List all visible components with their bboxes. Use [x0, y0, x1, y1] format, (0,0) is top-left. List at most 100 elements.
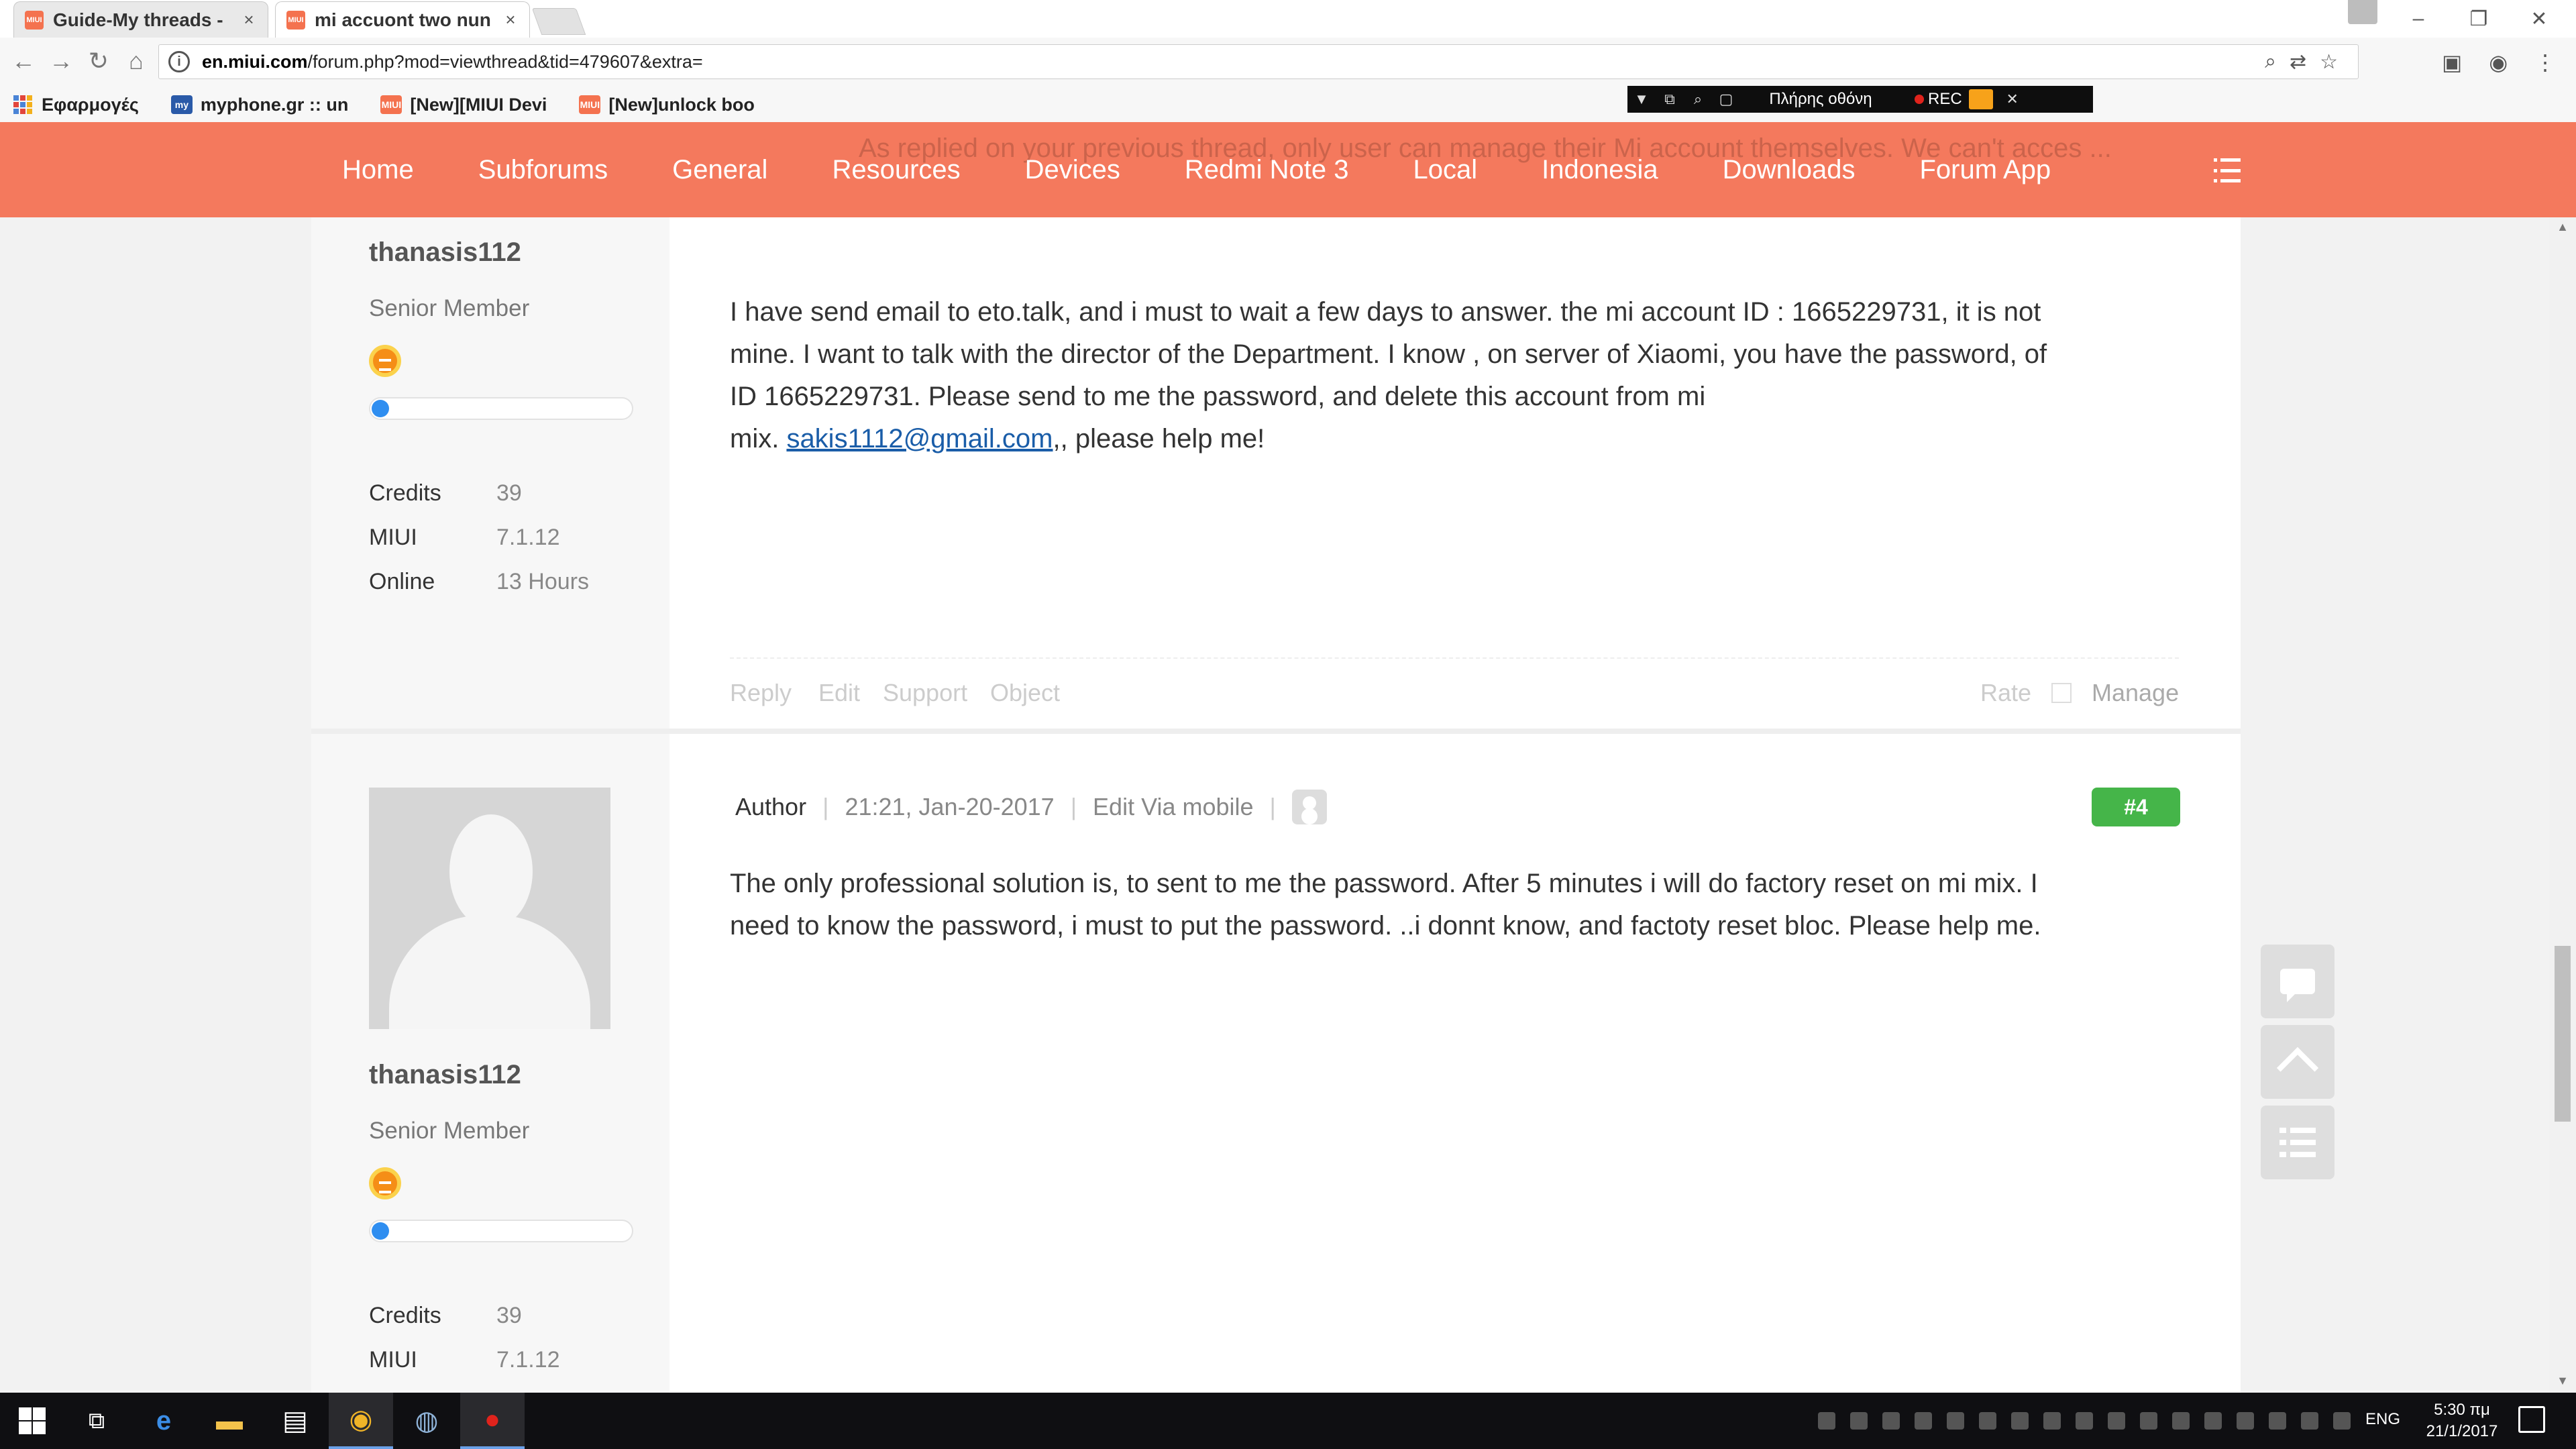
- restore-button[interactable]: ❐: [2449, 0, 2509, 38]
- reply-bubble-button[interactable]: [2261, 945, 2334, 1018]
- manage-link[interactable]: Manage: [2092, 679, 2179, 707]
- recorder-app-icon[interactable]: ●: [460, 1393, 525, 1449]
- page-scrollbar[interactable]: ▲ ▼: [2549, 217, 2576, 1393]
- edit-link[interactable]: Edit: [818, 679, 860, 707]
- tray-app-icon[interactable]: [1979, 1412, 1996, 1430]
- object-link[interactable]: Object: [990, 679, 1060, 707]
- nav-local[interactable]: Local: [1413, 155, 1477, 185]
- user-icon[interactable]: [1291, 790, 1327, 824]
- rate-link[interactable]: Rate: [1980, 679, 2031, 707]
- support-link[interactable]: Support: [883, 679, 967, 707]
- battery-icon[interactable]: [2269, 1412, 2286, 1430]
- floor-number-badge[interactable]: #4: [2092, 788, 2180, 826]
- scroll-top-button[interactable]: [2261, 1025, 2334, 1099]
- scrollbar-thumb[interactable]: [2555, 946, 2571, 1122]
- nav-general[interactable]: General: [672, 155, 767, 185]
- reply-link[interactable]: Reply: [730, 679, 792, 707]
- close-window-button[interactable]: ✕: [2509, 0, 2569, 38]
- forward-button[interactable]: →: [44, 44, 78, 78]
- start-button[interactable]: [0, 1393, 64, 1449]
- tray-app-icon[interactable]: [1850, 1412, 1868, 1430]
- edge-icon[interactable]: e: [131, 1393, 196, 1449]
- nav-subforums[interactable]: Subforums: [478, 155, 608, 185]
- list-icon: [2279, 1128, 2316, 1157]
- tray-app-icon[interactable]: [2140, 1412, 2157, 1430]
- region-icon[interactable]: ▢: [1712, 91, 1740, 108]
- clock[interactable]: 5:30 πμ 21/1/2017: [2415, 1399, 2509, 1442]
- nav-indonesia[interactable]: Indonesia: [1542, 155, 1658, 185]
- scroll-down-arrow-icon[interactable]: ▼: [2555, 1374, 2571, 1390]
- info-icon[interactable]: i: [168, 51, 190, 72]
- email-link[interactable]: sakis1112@gmail.com: [786, 424, 1053, 453]
- tray-app-icon[interactable]: [2076, 1412, 2093, 1430]
- username[interactable]: thanasis112: [369, 237, 521, 268]
- bookmark-label: myphone.gr :: un: [200, 94, 349, 115]
- bookmark-star-icon[interactable]: ☆: [2320, 50, 2338, 74]
- author-label[interactable]: Author: [735, 793, 806, 821]
- miui-icon: MIUI: [380, 95, 402, 114]
- avatar[interactable]: [369, 788, 610, 1029]
- bookmark-apps[interactable]: Εφαρμογές: [13, 95, 139, 115]
- bookmark-unlock-boo[interactable]: MIUI [New]unlock boo: [579, 95, 755, 115]
- minimize-button[interactable]: –: [2388, 0, 2449, 38]
- back-button[interactable]: ←: [7, 44, 40, 78]
- tray-app-icon[interactable]: [2108, 1412, 2125, 1430]
- volume-icon[interactable]: [2333, 1412, 2351, 1430]
- tray-app-icon[interactable]: [1882, 1412, 1900, 1430]
- home-button[interactable]: ⌂: [119, 44, 153, 78]
- nav-home[interactable]: Home: [342, 155, 414, 185]
- task-view-icon[interactable]: ⧉: [64, 1393, 129, 1449]
- tab-mi-account[interactable]: MIUI mi accuont two nun ×: [275, 1, 530, 38]
- action-center-icon[interactable]: [2518, 1406, 2545, 1433]
- reload-button[interactable]: ↻: [82, 44, 115, 78]
- tray-app-icon[interactable]: [1818, 1412, 1835, 1430]
- profile-icon[interactable]: [2348, 0, 2377, 24]
- fullscreen-label[interactable]: Πλήρης οθόνη: [1740, 90, 1901, 109]
- tray-app-icon[interactable]: [2011, 1412, 2029, 1430]
- user-rank: Senior Member: [369, 1118, 530, 1144]
- translate-icon[interactable]: ⇄: [2290, 50, 2306, 74]
- language-indicator[interactable]: ENG: [2365, 1410, 2400, 1429]
- close-icon[interactable]: ✕: [1998, 91, 2027, 108]
- bookmark-myphone[interactable]: my myphone.gr :: un: [170, 94, 349, 115]
- nav-forum-app[interactable]: Forum App: [1919, 155, 2051, 185]
- menu-list-icon[interactable]: [2214, 158, 2241, 182]
- new-tab-button[interactable]: [531, 8, 586, 35]
- nav-redmi-note-3[interactable]: Redmi Note 3: [1185, 155, 1349, 185]
- scroll-up-arrow-icon[interactable]: ▲: [2555, 220, 2571, 236]
- post-actions: Reply Edit Support Object Rate Manage: [730, 657, 2179, 726]
- menu-kebab-icon[interactable]: ⋮: [2534, 50, 2556, 75]
- tray-app-icon[interactable]: [1915, 1412, 1932, 1430]
- nav-resources[interactable]: Resources: [832, 155, 960, 185]
- rec-button[interactable]: REC: [1928, 90, 1962, 109]
- username[interactable]: thanasis112: [369, 1060, 521, 1090]
- chrome-icon[interactable]: ◉: [329, 1393, 393, 1449]
- tray-app-icon[interactable]: [2204, 1412, 2222, 1430]
- tab-label: mi accuont two nun: [315, 9, 491, 30]
- store-icon[interactable]: ▤: [263, 1393, 327, 1449]
- extension-icon[interactable]: ▣: [2442, 50, 2462, 75]
- apps-grid-icon: [13, 95, 32, 114]
- extension-badge-icon[interactable]: ◉: [2489, 50, 2508, 75]
- zoom-icon[interactable]: ⌕: [2265, 50, 2276, 74]
- dropdown-icon[interactable]: ▼: [1627, 91, 1656, 108]
- tray-app-icon[interactable]: [1947, 1412, 1964, 1430]
- bookmark-miui-devi[interactable]: MIUI [New][MIUI Devi: [380, 95, 547, 115]
- thread-list-button[interactable]: [2261, 1106, 2334, 1179]
- nav-devices[interactable]: Devices: [1025, 155, 1120, 185]
- window-icon[interactable]: ⧉: [1656, 91, 1684, 108]
- tray-app-icon[interactable]: [2172, 1412, 2190, 1430]
- close-icon[interactable]: ×: [502, 9, 519, 30]
- network-icon[interactable]: [2301, 1412, 2318, 1430]
- camera-icon[interactable]: [1968, 89, 1993, 109]
- file-explorer-icon[interactable]: ▬: [197, 1393, 262, 1449]
- search-icon[interactable]: ⌕: [1684, 91, 1712, 108]
- tray-app-icon[interactable]: [2237, 1412, 2254, 1430]
- close-icon[interactable]: ×: [241, 9, 257, 30]
- address-bar[interactable]: i en.miui.com/forum.php?mod=viewthread&t…: [158, 44, 2359, 79]
- manage-checkbox[interactable]: [2051, 683, 2072, 703]
- network-app-icon[interactable]: ◍: [394, 1393, 459, 1449]
- tab-guide-my-threads[interactable]: MIUI Guide-My threads - ×: [13, 1, 268, 38]
- nav-downloads[interactable]: Downloads: [1723, 155, 1856, 185]
- tray-app-icon[interactable]: [2043, 1412, 2061, 1430]
